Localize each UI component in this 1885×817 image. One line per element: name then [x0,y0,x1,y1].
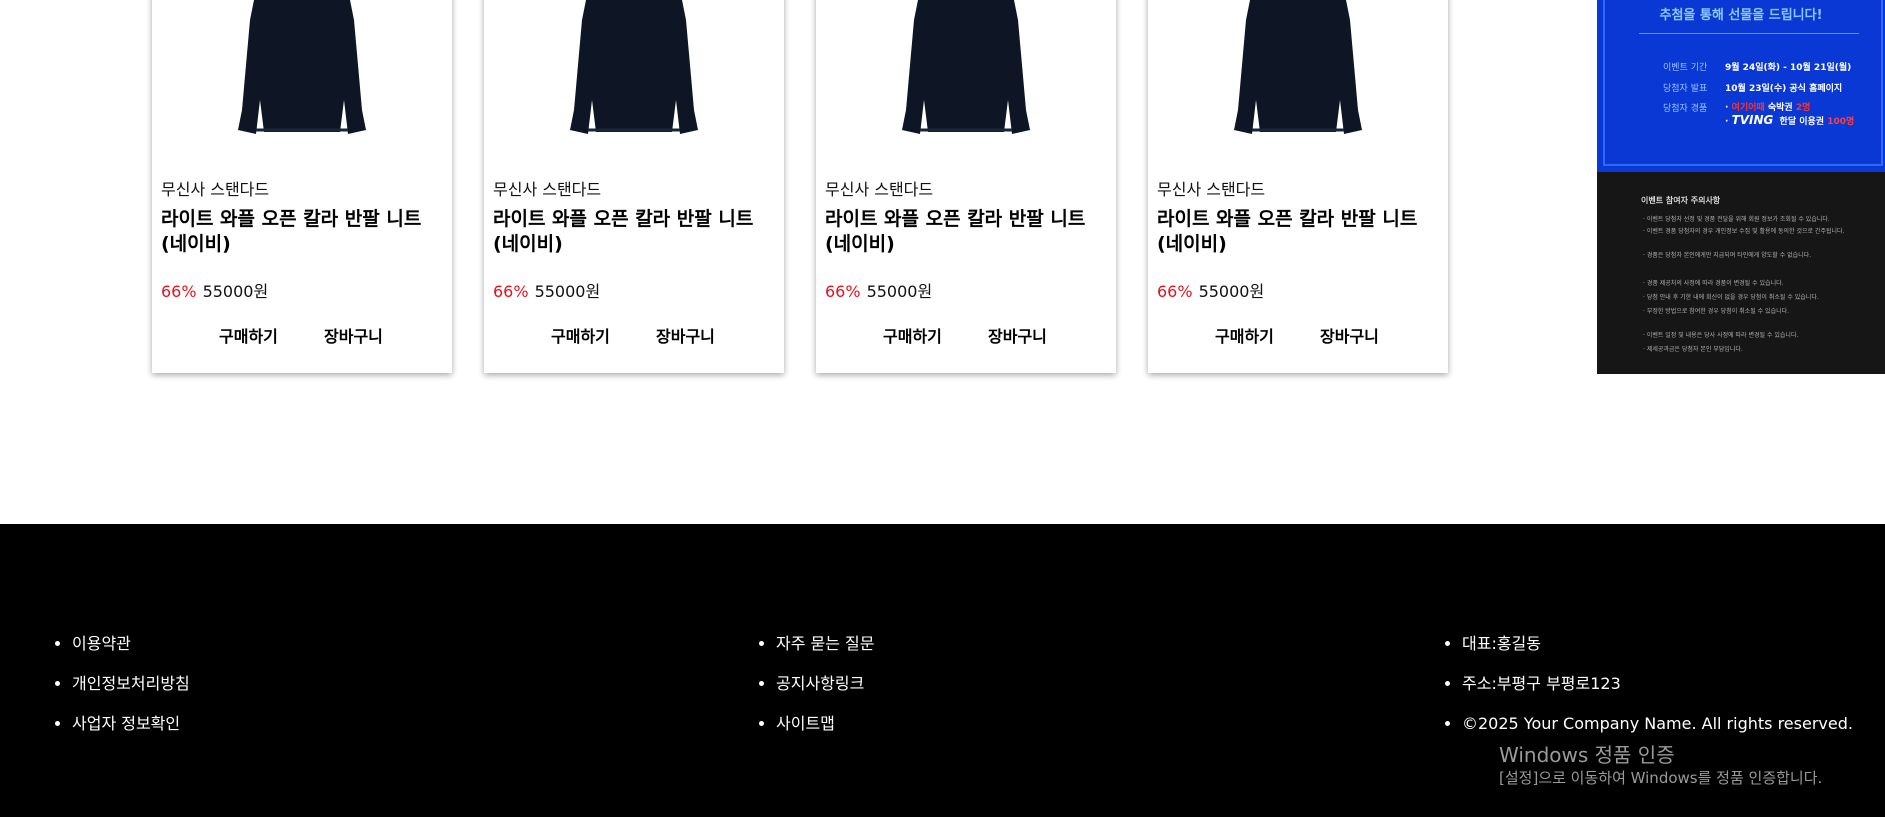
product-list: 무신사 스탠다드 라이트 와플 오픈 칼라 반팔 니트 (네이비) 66% 550… [0,0,1885,524]
watermark-subtitle: [설정]으로 이동하여 Windows를 정품 인증합니다. [1499,769,1823,787]
buy-button[interactable]: 구매하기 [883,323,942,347]
product-brand: 무신사 스탠다드 [161,180,270,199]
product-name[interactable]: 라이트 와플 오픈 칼라 반팔 니트 (네이비) [161,207,446,257]
buy-button[interactable]: 구매하기 [551,323,610,347]
event-banner[interactable]: 추첨을 통해 선물을 드립니다! 이벤트 기간 9월 24일(화) - 10월 … [1597,0,1885,374]
watermark-title: Windows 정품 인증 [1499,743,1675,767]
footer-address: 주소:부평구 부평로123 [1462,664,1853,704]
price-row: 66% 55000원 [493,278,600,302]
event-row-value: 10월 23일(수) 공식 홈페이지 [1725,84,1843,94]
footer-link-sitemap[interactable]: 사이트맵 [776,704,875,744]
notice-line: · 경품 제공처의 사정에 따라 경품이 변경될 수 있습니다. [1643,280,1784,287]
notice-line: · 부정한 방법으로 참여한 경우 당첨이 취소될 수 있습니다. [1643,308,1790,315]
notice-line: · 제세공과금은 당첨자 본인 부담입니다. [1643,346,1743,353]
product-name[interactable]: 라이트 와플 오픈 칼라 반팔 니트 (네이비) [493,207,778,257]
notice-line: · 당첨 안내 후 기한 내에 회신이 없을 경우 당첨이 취소될 수 있습니다… [1643,294,1819,301]
product-image[interactable] [816,0,1116,140]
product-price: 55000원 [534,282,601,301]
discount-rate: 66% [161,282,197,301]
price-row: 66% 55000원 [825,278,932,302]
discount-rate: 66% [825,282,861,301]
product-image[interactable] [152,0,452,140]
add-to-cart-button[interactable]: 장바구니 [324,323,383,347]
price-row: 66% 55000원 [161,278,268,302]
event-row-key: 당첨자 발표 [1663,84,1708,94]
footer-links-support: 자주 묻는 질문 공지사항링크 사이트맵 [756,624,875,744]
event-divider [1639,33,1859,34]
product-image[interactable] [1148,0,1448,140]
product-card[interactable]: 무신사 스탠다드 라이트 와플 오픈 칼라 반팔 니트 (네이비) 66% 550… [484,0,784,373]
footer-copyright: ©2025 Your Company Name. All rights rese… [1462,704,1853,744]
add-to-cart-button[interactable]: 장바구니 [656,323,715,347]
footer-link-faq[interactable]: 자주 묻는 질문 [776,624,875,664]
footer-ceo: 대표:홍길동 [1462,624,1853,664]
event-banner-header: 추첨을 통해 선물을 드립니다! 이벤트 기간 9월 24일(화) - 10월 … [1597,0,1885,172]
product-card[interactable]: 무신사 스탠다드 라이트 와플 오픈 칼라 반팔 니트 (네이비) 66% 550… [152,0,452,373]
notice-line: · 이벤트 일정 및 내용은 당사 사정에 따라 변경될 수 있습니다. [1643,332,1799,339]
product-price: 55000원 [202,282,269,301]
product-card[interactable]: 무신사 스탠다드 라이트 와플 오픈 칼라 반팔 니트 (네이비) 66% 550… [1148,0,1448,373]
footer-company-info: 대표:홍길동 주소:부평구 부평로123 ©2025 Your Company … [1442,624,1853,744]
footer-link-business-info[interactable]: 사업자 정보확인 [72,704,190,744]
prize-text: 숙박권 [1767,103,1793,113]
notice-line: · 이벤트 경품 당첨자의 경우 개인정보 수집 및 활용에 동의한 것으로 간… [1643,228,1845,235]
product-image[interactable] [484,0,784,140]
product-name[interactable]: 라이트 와플 오픈 칼라 반팔 니트 (네이비) [1157,207,1442,257]
footer-links-legal: 이용약관 개인정보처리방침 사업자 정보확인 [52,624,190,744]
notice-line: · 이벤트 당첨자 선정 및 경품 전달을 위해 회원 정보가 조회될 수 있습… [1643,216,1830,223]
buy-button[interactable]: 구매하기 [219,323,278,347]
product-price: 55000원 [1198,282,1265,301]
product-brand: 무신사 스탠다드 [825,180,934,199]
discount-rate: 66% [1157,282,1193,301]
prize-brand: TVING [1731,113,1774,127]
buy-button[interactable]: 구매하기 [1215,323,1274,347]
prize-brand: 여기어때 [1731,103,1765,113]
footer-link-notice[interactable]: 공지사항링크 [776,664,875,704]
footer-link-privacy[interactable]: 개인정보처리방침 [72,664,190,704]
price-row: 66% 55000원 [1157,278,1264,302]
event-row-key: 이벤트 기간 [1663,63,1708,73]
prize-accommodation: · 여기어때 숙박권 2명 [1725,103,1811,113]
prize-count: 2명 [1795,103,1811,113]
product-name[interactable]: 라이트 와플 오픈 칼라 반팔 니트 (네이비) [825,207,1110,257]
notice-title: 이벤트 참여자 주의사항 [1641,196,1721,205]
product-brand: 무신사 스탠다드 [493,180,602,199]
event-headline: 추첨을 통해 선물을 드립니다! [1659,8,1823,23]
event-row-value: 9월 24일(화) - 10월 21일(월) [1725,63,1852,73]
prize-count: 100명 [1827,117,1855,127]
add-to-cart-button[interactable]: 장바구니 [1320,323,1379,347]
windows-activation-watermark: Windows 정품 인증 [설정]으로 이동하여 Windows를 정품 인증… [1499,742,1822,788]
notice-line: · 경품은 당첨자 본인에게만 지급되며 타인에게 양도할 수 없습니다. [1643,252,1812,259]
add-to-cart-button[interactable]: 장바구니 [988,323,1047,347]
event-row-key: 당첨자 경품 [1663,104,1708,114]
product-price: 55000원 [866,282,933,301]
product-brand: 무신사 스탠다드 [1157,180,1266,199]
product-card[interactable]: 무신사 스탠다드 라이트 와플 오픈 칼라 반팔 니트 (네이비) 66% 550… [816,0,1116,373]
footer-link-terms[interactable]: 이용약관 [72,624,190,664]
discount-rate: 66% [493,282,529,301]
prize-text: 한달 이용권 [1779,117,1825,127]
prize-tving: · TVING 한달 이용권 100명 [1725,113,1855,127]
